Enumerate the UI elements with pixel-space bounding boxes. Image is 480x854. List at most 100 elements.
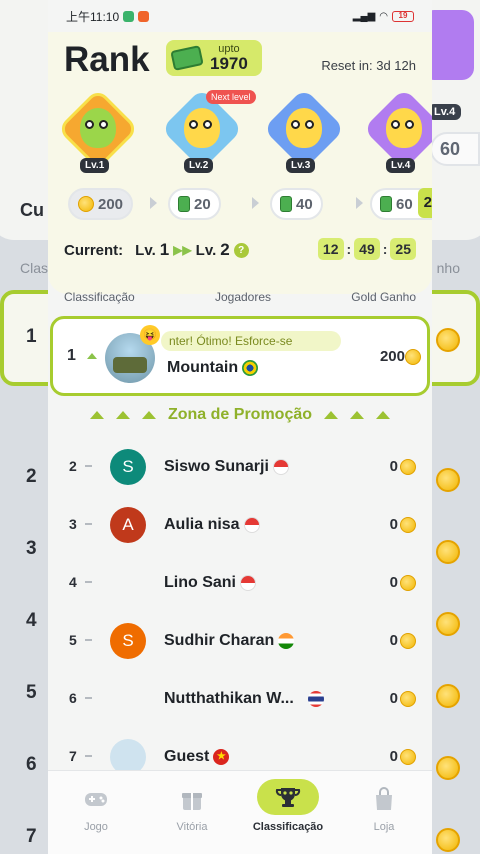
chat-bubble: nter! Ótimo! Esforce-se (161, 331, 341, 351)
background-coin-icon (436, 328, 460, 352)
status-bar: 上午11:10 ▂▄▆ ◠ 19 (48, 0, 432, 32)
column-players: Jogadores (214, 290, 272, 304)
arrow-right-icon (252, 197, 259, 209)
avatar: S (110, 623, 146, 659)
background-coin-icon (436, 612, 460, 636)
milestone-2[interactable]: 20 (168, 188, 221, 220)
level-badge-1[interactable]: Lv.1 (54, 87, 140, 180)
player-name: Nutthathikan W... (164, 690, 324, 708)
battery-icon: 19 (392, 10, 414, 22)
page-title: Rank (64, 40, 150, 79)
cash-icon (170, 45, 204, 71)
background-column-text: Clas (20, 260, 49, 276)
player-name: Siswo Sunarji (164, 458, 289, 476)
milestone-end-value: 25 (418, 188, 432, 218)
country-flag-icon: ★ (213, 748, 230, 765)
background-coin-icon (436, 540, 460, 564)
promotion-zone-banner: Zona de Promoção (48, 406, 432, 424)
gamepad-icon (85, 793, 107, 806)
current-level: Current: Lv. 1 ▶▶ Lv. 2 ? (64, 240, 249, 260)
background-rank-number: 3 (26, 538, 37, 559)
signal-icon: ▂▄▆ (352, 10, 376, 22)
level-badge-4[interactable]: Lv.4 (360, 87, 432, 180)
player-name: Sudhir Charan (164, 632, 295, 650)
level-badges: Lv.1 Lv.2 Lv.3 Lv.4 (48, 87, 432, 182)
level-badge-2[interactable]: Lv.2 (158, 87, 244, 180)
player-name: Lino Sani (164, 574, 256, 592)
background-coin-icon (436, 756, 460, 780)
background-coin-icon (436, 828, 460, 852)
background-rank-number: 5 (26, 682, 37, 703)
background-rank-number: 2 (26, 466, 37, 487)
nav-tab-jogo[interactable]: Jogo (48, 771, 144, 854)
emoji-icon: 😝 (140, 325, 160, 345)
coin-icon (400, 575, 416, 591)
column-gold: Gold Ganho (351, 290, 416, 304)
country-flag-icon (240, 574, 256, 591)
player-name: Guest ★ (164, 748, 230, 766)
nav-tab-classificacao[interactable]: Classificação (240, 771, 336, 854)
status-time: 上午11:10 (66, 9, 120, 24)
next-level-tag: Next level (206, 90, 256, 104)
milestone-1[interactable]: 200 (68, 188, 134, 220)
avatar (110, 565, 146, 601)
background-column-text-right: nho (436, 260, 460, 276)
gift-icon (182, 793, 202, 810)
cash-icon (280, 196, 292, 212)
background-coin-icon (436, 468, 460, 492)
milestone-3[interactable]: 40 (270, 188, 323, 220)
coin-icon (400, 633, 416, 649)
background-coin-icon (436, 684, 460, 708)
trophy-icon (275, 788, 301, 807)
table-row-current-user[interactable]: 1 😝 nter! Ótimo! Esforce-se Mountain 200 (50, 316, 430, 396)
table-header: Classificação Jogadores Gold Ganho (48, 290, 432, 304)
background-rank-number: 4 (26, 610, 37, 631)
rank-header: Rank upto 1970 Reset in: 3d 12h Lv.1 Lv.… (48, 32, 432, 294)
country-flag-icon (278, 632, 295, 649)
nav-tab-loja[interactable]: Loja (336, 771, 432, 854)
shopping-bag-icon (376, 787, 392, 810)
table-row[interactable]: 2 S Siswo Sunarji 0 (48, 438, 432, 496)
cash-icon (380, 196, 392, 212)
help-icon[interactable]: ? (233, 242, 249, 258)
player-gold: 200 (379, 348, 405, 365)
reset-timer: Reset in: 3d 12h (321, 58, 416, 73)
countdown-timer: 12: 49: 25 (317, 238, 416, 260)
app-notification-icon (123, 10, 135, 22)
level-badge-3[interactable]: Lv.3 (260, 87, 346, 180)
reward-milestones: 200 20 40 60 25 (64, 188, 432, 222)
app-notification-icon (138, 10, 150, 22)
background-rank-number: 6 (26, 754, 37, 775)
upto-badge: upto 1970 (166, 40, 262, 76)
coin-icon (400, 459, 416, 475)
avatar: A (110, 507, 146, 543)
coin-icon (400, 517, 416, 533)
coin-icon (400, 691, 416, 707)
double-arrow-icon: ▶▶ (173, 243, 192, 257)
table-row[interactable]: 3 A Aulia nisa 0 (48, 496, 432, 554)
rank-up-icon (87, 353, 97, 359)
background-milestone-pill: 60 (430, 132, 480, 166)
player-name: Aulia nisa (164, 516, 260, 534)
wifi-icon: ◠ (379, 10, 388, 22)
avatar (110, 681, 146, 717)
player-name: Mountain (167, 359, 259, 377)
table-row[interactable]: 6 Nutthathikan W... 0 (48, 670, 432, 728)
background-rank-number: 1 (26, 326, 37, 347)
background-rank-number: 7 (26, 826, 37, 847)
rank-panel: 上午11:10 ▂▄▆ ◠ 19 Rank upto 1970 Reset in… (48, 0, 432, 854)
coin-icon (78, 196, 94, 212)
country-flag-icon (242, 359, 259, 376)
background-current-text: Cu (20, 200, 44, 220)
country-flag-icon (307, 690, 324, 707)
arrow-right-icon (150, 197, 157, 209)
coin-icon (405, 349, 421, 365)
table-row[interactable]: 4 Lino Sani 0 (48, 554, 432, 612)
arrow-right-icon (356, 197, 363, 209)
country-flag-icon (243, 516, 260, 533)
nav-tab-vitoria[interactable]: Vitória (144, 771, 240, 854)
bottom-nav: Jogo Vitória Classificação Loja (48, 770, 432, 854)
coin-icon (400, 749, 416, 765)
upto-value: 1970 (210, 54, 248, 73)
table-row[interactable]: 5 S Sudhir Charan 0 (48, 612, 432, 670)
